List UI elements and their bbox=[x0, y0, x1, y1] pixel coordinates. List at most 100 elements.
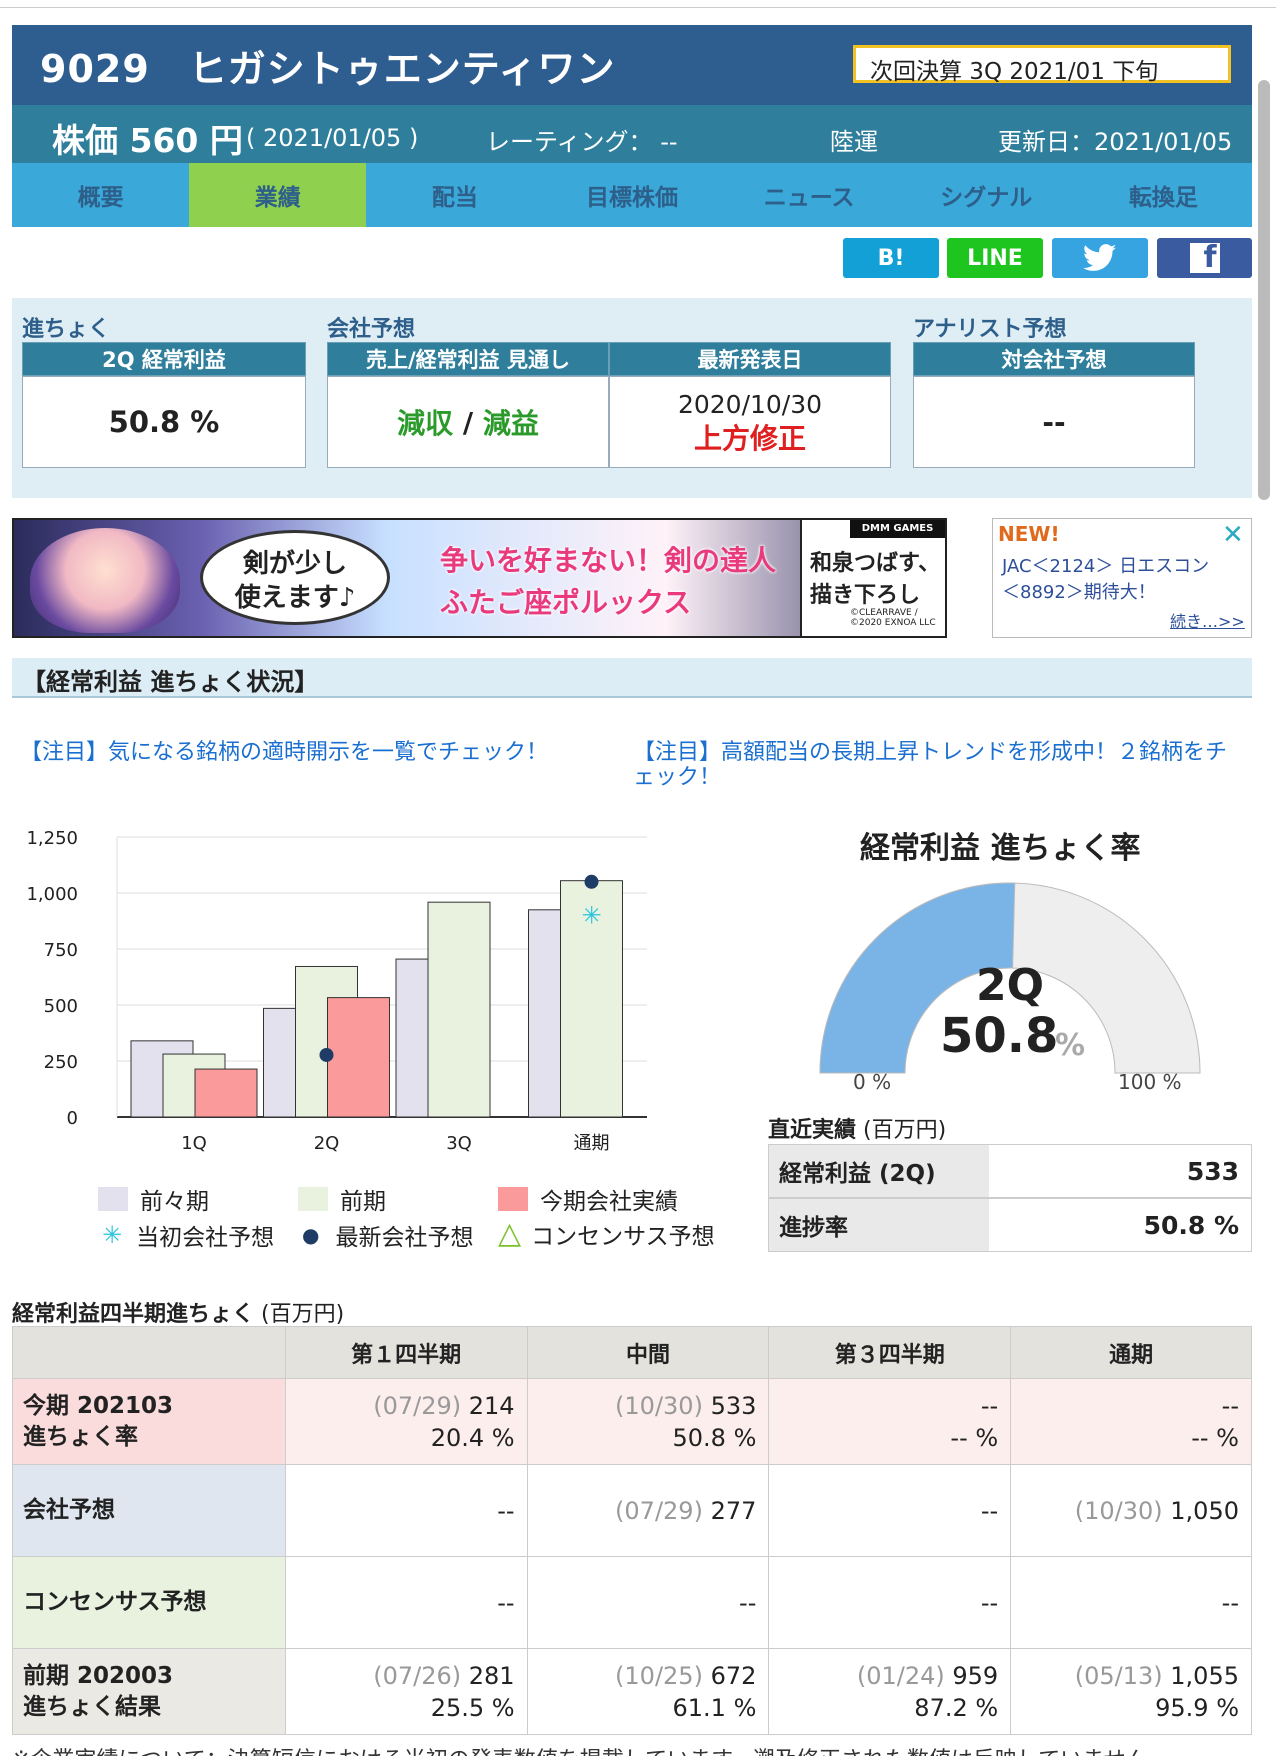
dot-icon: ● bbox=[302, 1223, 320, 1247]
scrollbar[interactable] bbox=[1258, 80, 1270, 500]
close-icon[interactable]: ✕ bbox=[1222, 520, 1244, 550]
vs-company-head: 対会社予想 bbox=[913, 342, 1195, 376]
dmm-games-logo: DMM GAMES bbox=[850, 520, 945, 538]
row-header-line-1: 今期 202103 bbox=[23, 1392, 174, 1419]
legend-swatch bbox=[298, 1187, 328, 1211]
tab-overview[interactable]: 概要 bbox=[12, 163, 189, 227]
cell-value-line: (01/24) 959 bbox=[769, 1660, 998, 1692]
hatena-share-button[interactable]: B! bbox=[843, 238, 939, 278]
vs-company-text: -- bbox=[1042, 405, 1066, 439]
progress-label: 進ちょく bbox=[22, 317, 111, 342]
q2-progress-value: 50.8 % bbox=[108, 405, 220, 439]
ad-copyright-line-1: ©CLEARRAVE / bbox=[850, 608, 918, 618]
gauge-period: 2Q bbox=[976, 960, 1045, 1011]
column-header: 中間 bbox=[526, 1326, 770, 1379]
recent-results-title: 直近実績 (百万円) bbox=[768, 1112, 946, 1144]
cell-percent: 61.1 % bbox=[672, 1693, 757, 1722]
row-header: コンセンサス予想 bbox=[12, 1556, 286, 1649]
marker-latest-forecast bbox=[584, 874, 599, 889]
legend-item-initial-forecast: ✳ 当初会社予想 bbox=[102, 1218, 274, 1252]
cell-date: (07/26) bbox=[373, 1661, 462, 1690]
cell-date: (10/30) bbox=[615, 1391, 703, 1420]
cell-value: 533 bbox=[702, 1391, 757, 1420]
cell-percent: 50.8 % bbox=[672, 1423, 757, 1452]
table-cell: -- bbox=[526, 1556, 770, 1649]
tab-signal[interactable]: シグナル bbox=[898, 163, 1075, 227]
cell-percent: -- % bbox=[950, 1423, 999, 1452]
gauge-percent-symbol: % bbox=[1055, 1028, 1086, 1063]
line-share-button[interactable]: LINE bbox=[947, 238, 1043, 278]
y-tick-label: 1,250 bbox=[26, 828, 78, 849]
cell-date: (01/24) bbox=[856, 1661, 945, 1690]
ad-main-copy: 争いを好まない！剣の達人 ふたご座ポルックス bbox=[440, 540, 776, 624]
tab-performance[interactable]: 業績 bbox=[189, 163, 367, 227]
marker-initial-forecast: ✳ bbox=[581, 901, 601, 929]
table-cell: -- bbox=[284, 1556, 528, 1649]
q2-profit-head: 2Q 経常利益 bbox=[22, 342, 306, 376]
ad-copyright: ©CLEARRAVE / ©2020 EXNOA LLC bbox=[850, 608, 936, 628]
gauge-max-label: 100 % bbox=[1118, 1070, 1182, 1094]
recent-row-profit: 経常利益 (2Q) 533 bbox=[768, 1144, 1252, 1198]
legend-label: 前々期 bbox=[140, 1189, 209, 1215]
tab-dividend[interactable]: 配当 bbox=[366, 163, 543, 227]
tab-target-price[interactable]: 目標株価 bbox=[543, 163, 720, 227]
cell-value: -- bbox=[1221, 1391, 1239, 1420]
side-ad-line-1: JAC＜2124＞ 日エスコン bbox=[1002, 556, 1210, 577]
x-tick-label: 3Q bbox=[446, 1133, 472, 1154]
legend-item-latest-forecast: ● 最新会社予想 bbox=[302, 1218, 473, 1252]
profit-progress-chart: 0 250 500 750 1,000 1,250 1Q 2Q 3Q 通期 ✳ bbox=[26, 828, 647, 1154]
table-row-previous-year: 前期 202003 進ちょく結果 (07/26) 281 25.5 % (10/25… bbox=[12, 1648, 1252, 1735]
gauge-value: 50.8 bbox=[940, 1008, 1059, 1064]
tab-news[interactable]: ニュース bbox=[721, 163, 898, 227]
cell-date: (05/13) bbox=[1074, 1661, 1163, 1690]
next-settlement-box: 次回決算 3Q 2021/01 下旬 bbox=[853, 45, 1231, 85]
side-ad-text[interactable]: JAC＜2124＞ 日エスコン ＜8892＞期待大！ bbox=[1002, 554, 1209, 606]
gauge-title: 経常利益 進ちょく率 bbox=[860, 831, 1141, 866]
company-forecast-label: 会社予想 bbox=[327, 317, 416, 342]
tab-turning-point[interactable]: 転換足 bbox=[1075, 163, 1252, 227]
tab-bar: 概要 業績 配当 目標株価 ニュース シグナル 転換足 bbox=[12, 163, 1252, 227]
cell-percent: -- % bbox=[1191, 1423, 1239, 1452]
table-cell: (07/29) 214 20.4 % bbox=[284, 1378, 528, 1465]
y-tick-label: 750 bbox=[44, 940, 78, 961]
notice-link-dividend[interactable]: 【注目】高額配当の長期上昇トレンドを形成中！２銘柄をチェック！ bbox=[633, 740, 1245, 790]
recent-title-text: 直近実績 bbox=[768, 1118, 857, 1143]
revision-status: 上方修正 bbox=[693, 422, 806, 455]
cell-value-line: (05/13) 1,055 bbox=[1011, 1660, 1239, 1692]
facebook-share-button[interactable]: f bbox=[1157, 238, 1252, 278]
quarterly-table-title: 経常利益四半期進ちょく (百万円) bbox=[12, 1296, 344, 1328]
cell-value: 277 bbox=[702, 1496, 757, 1525]
table-cell: -- bbox=[768, 1464, 1012, 1557]
latest-announce-head: 最新発表日 bbox=[609, 342, 891, 376]
notice-link-disclosure[interactable]: 【注目】気になる銘柄の適時開示を一覧でチェック！ bbox=[20, 740, 620, 765]
column-header: 第３四半期 bbox=[768, 1326, 1012, 1379]
sector[interactable]: 陸運 bbox=[830, 122, 878, 157]
read-more-link[interactable]: 続き…>> bbox=[1170, 608, 1245, 632]
legend-item-current-actual: 今期会社実績 bbox=[498, 1182, 678, 1216]
gauge-min-label: 0 % bbox=[853, 1070, 892, 1094]
table-cell: -- -- % bbox=[1010, 1378, 1252, 1465]
table-row-current: 今期 202103 進ちょく率 (07/29) 214 20.4 % (10/30)… bbox=[12, 1378, 1252, 1465]
x-tick-label: 通期 bbox=[574, 1133, 610, 1154]
y-tick-label: 250 bbox=[44, 1052, 78, 1073]
table-cell: (01/24) 959 87.2 % bbox=[768, 1648, 1012, 1735]
cell-value: 959 bbox=[944, 1661, 999, 1690]
legend-swatch bbox=[498, 1187, 528, 1211]
ad-bubble-line-2: 使えます♪ bbox=[234, 583, 356, 613]
table-cell: -- bbox=[768, 1556, 1012, 1649]
cell-date: (10/25) bbox=[615, 1661, 703, 1690]
table-cell: (10/30) 1,050 bbox=[1010, 1464, 1252, 1557]
ad-main-line-2: ふたご座ポルックス bbox=[440, 586, 692, 619]
outlook-value: 減収 / 減益 bbox=[327, 376, 609, 468]
x-tick-label: 1Q bbox=[181, 1133, 207, 1154]
ad-copyright-line-2: ©2020 EXNOA LLC bbox=[850, 618, 936, 628]
legend-item-consensus: △ コンセンサス予想 bbox=[498, 1216, 715, 1251]
twitter-share-button[interactable] bbox=[1052, 238, 1148, 278]
facebook-icon: f bbox=[1189, 243, 1220, 273]
table-cell: -- -- % bbox=[768, 1378, 1012, 1465]
ad-main-line-1: 争いを好まない！剣の達人 bbox=[440, 544, 777, 577]
cell-value-line: (07/26) 281 bbox=[286, 1660, 514, 1692]
row-header-line-1: 会社予想 bbox=[23, 1497, 115, 1523]
analyst-forecast-label: アナリスト予想 bbox=[913, 317, 1067, 342]
profit-outlook: 減益 bbox=[482, 407, 539, 440]
